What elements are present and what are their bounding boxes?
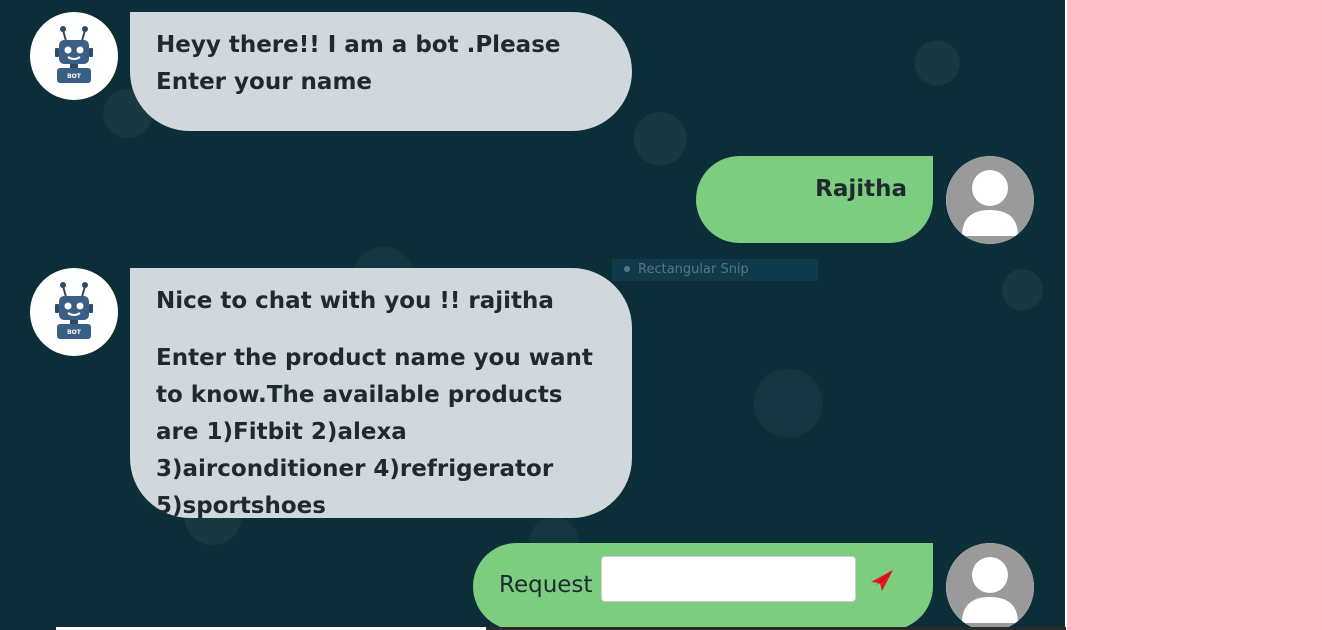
- robot-badge-text: BOT: [67, 73, 82, 80]
- robot-icon: BOT: [55, 282, 93, 339]
- bot-message: Nice to chat with you !! rajitha Enter t…: [130, 268, 632, 519]
- robot-badge-text: BOT: [67, 329, 82, 336]
- user-message-text: Rajitha: [815, 176, 907, 202]
- request-label: Request: [499, 572, 593, 598]
- bot-message-text: Heyy there!! I am a bot .Please Enter yo…: [156, 32, 561, 95]
- user-icon: [946, 543, 1034, 630]
- bot-avatar: BOT: [30, 12, 118, 100]
- send-icon: [871, 570, 893, 591]
- request-composer: Request: [473, 543, 933, 630]
- bot-greeting-text: Nice to chat with you !! rajitha: [156, 288, 554, 314]
- bot-avatar: BOT: [30, 268, 118, 356]
- user-avatar: [946, 543, 1034, 630]
- snip-overlay-text: Rectangular Snip: [638, 262, 749, 277]
- snip-dot-icon: [624, 266, 630, 272]
- send-button[interactable]: [867, 565, 897, 595]
- bot-products-text: Enter the product name you want to know.…: [156, 345, 593, 519]
- request-input[interactable]: [601, 556, 856, 602]
- robot-icon: BOT: [55, 26, 93, 83]
- bot-message: Heyy there!! I am a bot .Please Enter yo…: [130, 12, 632, 131]
- side-panel: [1067, 0, 1322, 630]
- user-icon: [946, 156, 1034, 244]
- snip-overlay: Rectangular Snip: [612, 259, 818, 281]
- user-avatar: [946, 156, 1034, 244]
- chat-area[interactable]: BOT Heyy there!! I am a bot .Please Ente…: [0, 0, 1065, 630]
- user-message: Rajitha: [696, 156, 933, 243]
- chatbot-page: BOT Heyy there!! I am a bot .Please Ente…: [0, 0, 1322, 630]
